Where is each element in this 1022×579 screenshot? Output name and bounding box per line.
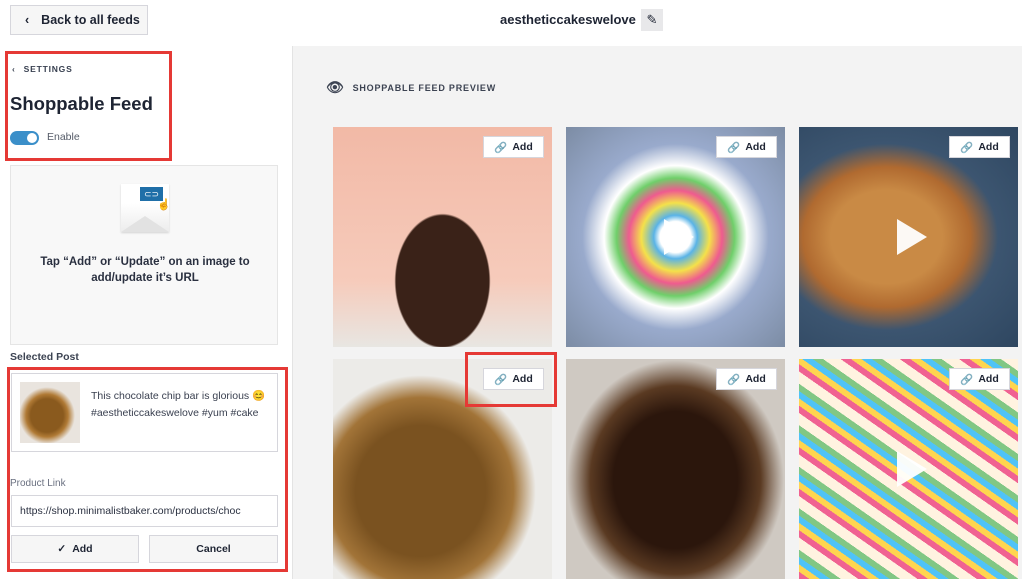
preview-heading: 👁 SHOPPABLE FEED PREVIEW xyxy=(326,79,497,95)
enable-label: Enable xyxy=(47,131,80,143)
post-thumbnail xyxy=(20,382,80,443)
hint-box: ⊂⊃ ☝ Tap “Add” or “Update” on an image to… xyxy=(10,165,278,345)
check-icon: ✓ xyxy=(57,543,67,555)
selected-post-label: Selected Post xyxy=(10,351,79,363)
product-link-input[interactable] xyxy=(11,495,278,527)
settings-back-link[interactable]: ‹ SETTINGS xyxy=(12,64,73,74)
play-icon xyxy=(896,451,927,487)
feed-tile[interactable]: 🔗 Add xyxy=(566,359,785,579)
chevron-left-icon: ‹ xyxy=(12,64,16,74)
eye-icon: 👁 xyxy=(326,79,345,95)
link-icon: 🔗 xyxy=(494,141,508,154)
edit-name-button[interactable]: ✎ xyxy=(641,9,663,31)
feed-tile[interactable]: 🔗 Add xyxy=(799,127,1018,347)
pencil-icon: ✎ xyxy=(646,12,658,27)
back-to-feeds-button[interactable]: ‹ Back to all feeds xyxy=(10,5,148,35)
chevron-left-icon: ‹ xyxy=(25,13,30,27)
add-link-button[interactable]: 🔗 Add xyxy=(949,136,1010,158)
link-icon: 🔗 xyxy=(727,141,741,154)
feed-tile[interactable]: 🔗 Add xyxy=(333,127,552,347)
add-button[interactable]: ✓ Add xyxy=(11,535,139,563)
link-icon: 🔗 xyxy=(960,373,974,386)
add-link-button[interactable]: 🔗 Add xyxy=(716,136,777,158)
enable-toggle[interactable] xyxy=(10,131,39,145)
pointer-hand-icon: ☝ xyxy=(157,199,171,211)
add-link-button[interactable]: 🔗 Add xyxy=(483,136,544,158)
top-bar: ‹ Back to all feeds aestheticcakeswelove … xyxy=(0,0,1022,46)
play-icon xyxy=(896,219,927,255)
post-caption: This chocolate chip bar is glorious 😊 #a… xyxy=(91,390,266,419)
link-icon: 🔗 xyxy=(727,373,741,386)
feed-tile[interactable]: 🔗 Add xyxy=(799,359,1018,579)
highlight-box xyxy=(465,352,557,407)
cancel-button[interactable]: Cancel xyxy=(149,535,278,563)
link-icon: 🔗 xyxy=(960,141,974,154)
product-link-label: Product Link xyxy=(10,478,66,489)
add-link-button[interactable]: 🔗 Add xyxy=(716,368,777,390)
selected-post-card: This chocolate chip bar is glorious 😊 #a… xyxy=(11,373,278,452)
hint-text: Tap “Add” or “Update” on an image to add… xyxy=(40,256,250,284)
add-link-button[interactable]: 🔗 Add xyxy=(949,368,1010,390)
page-title: Shoppable Feed xyxy=(10,93,153,114)
play-icon xyxy=(663,219,694,255)
feed-name: aestheticcakeswelove xyxy=(500,12,636,27)
image-placeholder-icon: ⊂⊃ ☝ xyxy=(121,184,171,232)
feed-tile[interactable]: 🔗 Add xyxy=(566,127,785,347)
